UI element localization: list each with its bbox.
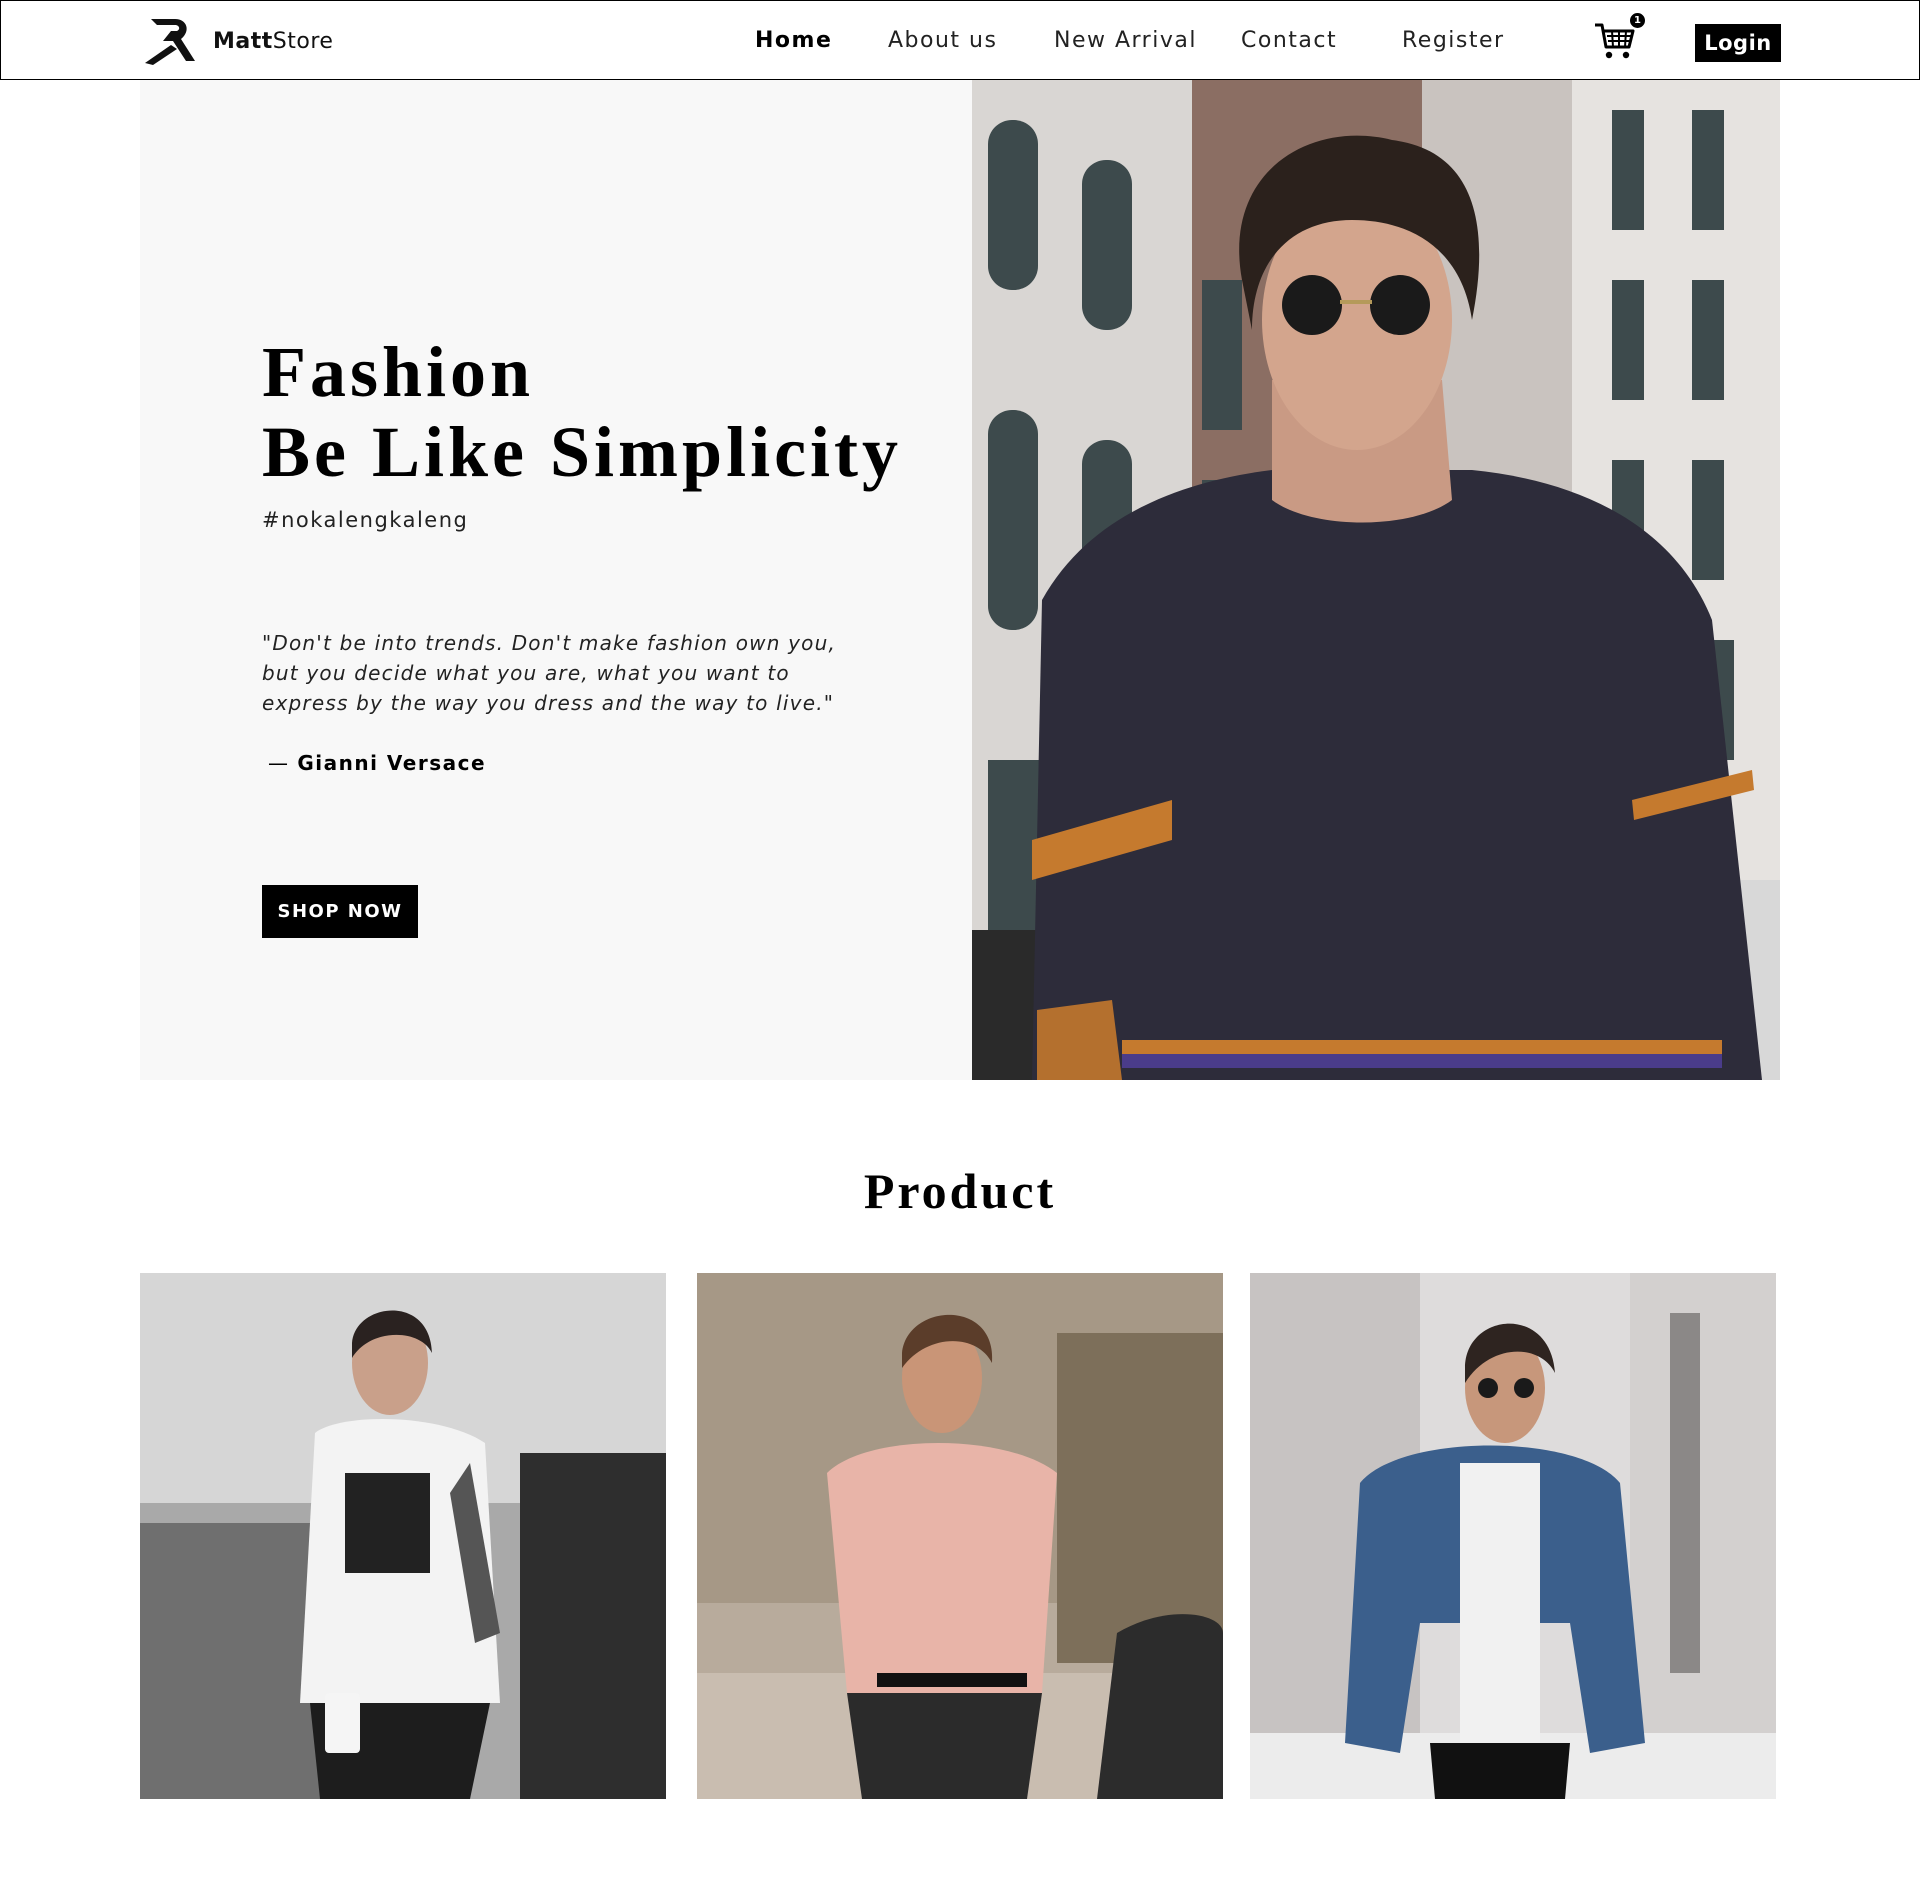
hero-hashtag: #nokalengkaleng bbox=[262, 508, 469, 532]
product-image-white-tshirt bbox=[140, 1273, 666, 1799]
product-image-pink-shirt bbox=[697, 1273, 1223, 1799]
hero-title-line-2: Be Like Simplicity bbox=[262, 412, 903, 492]
quote-line: "Don't be into trends. Don't make fashio… bbox=[262, 631, 837, 655]
login-button[interactable]: Login bbox=[1695, 24, 1781, 62]
hero-quote: "Don't be into trends. Don't make fashio… bbox=[262, 628, 862, 718]
navbar: MattStore Home About us New Arrival Cont… bbox=[0, 0, 1920, 80]
hero-model-photo bbox=[972, 80, 1780, 1080]
quote-author: — Gianni Versace bbox=[268, 751, 486, 775]
hero-title-line-1: Fashion bbox=[262, 332, 535, 412]
product-card-denim-jacket[interactable] bbox=[1250, 1273, 1776, 1799]
shopping-cart-icon bbox=[1595, 23, 1635, 59]
quote-line: express by the way you dress and the way… bbox=[262, 691, 835, 715]
product-section-title: Product bbox=[863, 1163, 1057, 1219]
cart-count-badge: 1 bbox=[1630, 13, 1645, 28]
author-name: Gianni Versace bbox=[297, 751, 487, 775]
hero-title: Fashion Be Like Simplicity bbox=[262, 332, 962, 492]
nav-link-contact[interactable]: Contact bbox=[1241, 28, 1337, 53]
nav-link-about-us[interactable]: About us bbox=[888, 28, 997, 53]
quote-line: but you decide what you are, what you wa… bbox=[262, 661, 790, 685]
author-dash: — bbox=[268, 751, 290, 775]
nav-link-register[interactable]: Register bbox=[1402, 28, 1505, 53]
product-card-pink-shirt[interactable] bbox=[697, 1273, 1223, 1799]
shop-now-button[interactable]: SHOP NOW bbox=[262, 885, 418, 938]
hero-image bbox=[972, 80, 1780, 1080]
product-card-white-tshirt[interactable] bbox=[140, 1273, 666, 1799]
product-image-denim-jacket bbox=[1250, 1273, 1776, 1799]
nav-link-home[interactable]: Home bbox=[755, 28, 832, 53]
nav-link-new-arrival[interactable]: New Arrival bbox=[1054, 28, 1197, 53]
